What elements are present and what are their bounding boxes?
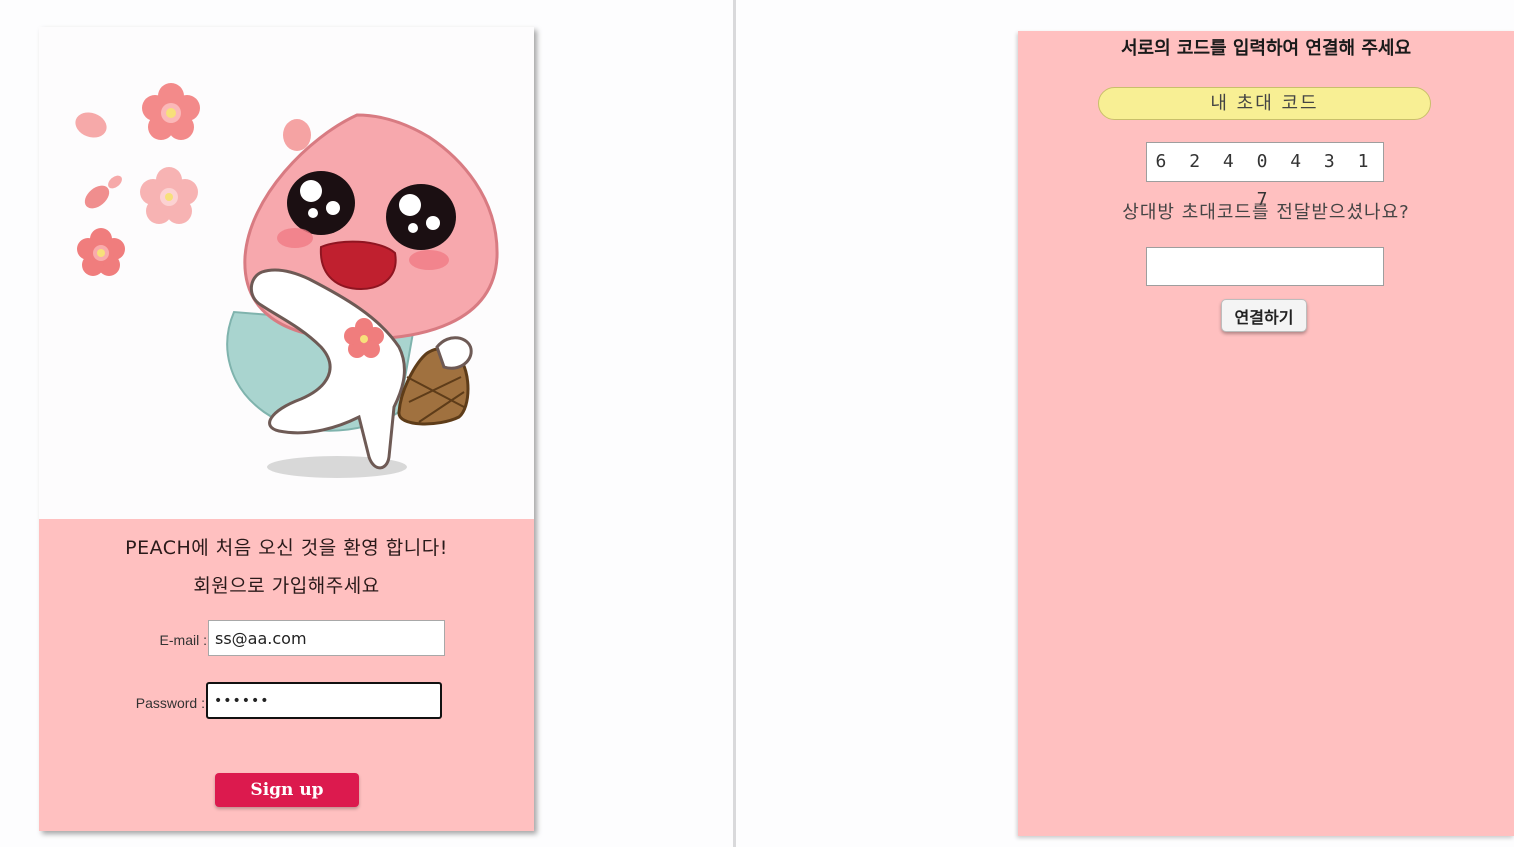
signup-button[interactable]: Sign up <box>215 773 359 807</box>
connect-title: 서로의 코드를 입력하여 연결해 주세요 <box>1120 38 1412 59</box>
my-invite-code-badge: 내 초대 코드 <box>1098 87 1431 120</box>
email-field[interactable] <box>208 620 445 656</box>
password-field[interactable] <box>206 682 442 719</box>
window-divider <box>733 0 736 847</box>
connect-card: 서로의 코드를 입력하여 연결해 주세요 내 초대 코드 6 2 4 0 4 3… <box>1018 31 1514 836</box>
app-screen: PEACH에 처음 오신 것을 환영 합니다! 회원으로 가입해주세요 E-ma… <box>0 0 1514 847</box>
welcome-heading: PEACH에 처음 오신 것을 환영 합니다! <box>125 537 448 559</box>
my-invite-code-value: 6 2 4 0 4 3 1 7 <box>1146 142 1384 210</box>
signup-form: PEACH에 처음 오신 것을 환영 합니다! 회원으로 가입해주세요 E-ma… <box>39 519 534 831</box>
connect-button[interactable]: 연결하기 <box>1221 299 1307 332</box>
peach-illustration <box>39 27 534 519</box>
partner-code-prompt: 상대방 초대코드를 전달받으셨나요? <box>1122 202 1410 223</box>
welcome-subheading: 회원으로 가입해주세요 <box>193 575 380 597</box>
partner-code-input[interactable] <box>1146 247 1384 286</box>
email-label: E-mail : <box>159 632 207 648</box>
signup-card: PEACH에 처음 오신 것을 환영 합니다! 회원으로 가입해주세요 E-ma… <box>39 27 534 831</box>
peach-character-icon <box>75 83 499 478</box>
password-label: Password : <box>135 695 205 711</box>
